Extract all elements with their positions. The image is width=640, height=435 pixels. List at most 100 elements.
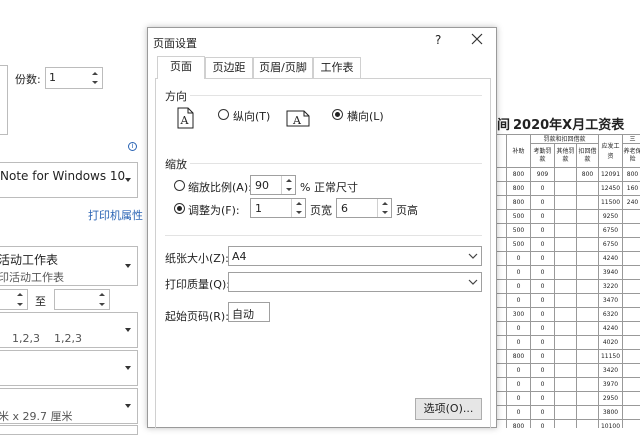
stepper-down-icon[interactable] [17, 303, 23, 306]
stepper-down-icon[interactable] [99, 303, 105, 306]
col-header-attendance: 考勤罚款 [531, 144, 555, 169]
pension-cell [623, 224, 640, 238]
options-button[interactable]: 选项(O)... [415, 398, 482, 420]
allowance-cell: 800 [507, 420, 531, 428]
help-button[interactable]: ? [435, 33, 441, 47]
scaling-bottom-divider [165, 235, 482, 236]
stepper-down-icon[interactable] [92, 81, 98, 84]
fit-wide-stepper[interactable]: 1 [250, 198, 306, 218]
loan-return-cell [577, 336, 599, 350]
fit-tall-stepper[interactable]: 6 [336, 198, 392, 218]
gross-pay-cell: 3470 [599, 294, 623, 308]
print-what-select[interactable]: 活动工作表 印活动工作表 [0, 246, 138, 286]
allowance-cell: 0 [507, 280, 531, 294]
portrait-label[interactable]: 纵向(T) [233, 108, 270, 124]
gross-pay-cell: 4020 [599, 336, 623, 350]
attendance-cell: 0 [531, 392, 555, 406]
pension-cell [623, 266, 640, 280]
margins-select[interactable] [0, 425, 138, 435]
gross-pay-cell: 3940 [599, 266, 623, 280]
loan-return-cell [577, 392, 599, 406]
col-header-other-fines: 其他罚款 [555, 144, 577, 169]
other-fines-cell [555, 406, 577, 420]
print-quality-dropdown[interactable] [228, 272, 482, 292]
table-row: 0 0 3470 [497, 294, 640, 308]
printer-properties-link[interactable]: 打印机属性 [88, 207, 143, 223]
orientation-select[interactable] [0, 350, 138, 386]
row-index-cell [497, 294, 507, 308]
tab-margins[interactable]: 页边距 [205, 57, 253, 78]
allowance-cell: 0 [507, 336, 531, 350]
gross-pay-cell: 4240 [599, 322, 623, 336]
stepper-up-icon[interactable] [99, 293, 105, 296]
chevron-down-icon [125, 404, 131, 408]
allowance-cell: 0 [507, 364, 531, 378]
collate-text: 1,2,3 1,2,3 [12, 332, 82, 345]
first-page-input[interactable]: 自动 [228, 302, 270, 322]
other-fines-cell [555, 392, 577, 406]
pension-cell [623, 336, 640, 350]
table-row: 0 0 4240 [497, 322, 640, 336]
stepper-up-icon[interactable] [382, 202, 388, 205]
adjust-radio[interactable] [174, 180, 185, 191]
collate-select[interactable]: 1,2,3 1,2,3 [0, 312, 138, 348]
group-header-insurance: 三 [623, 135, 640, 144]
stepper-down-icon[interactable] [286, 188, 292, 191]
table-row: 800 909 800 12091 800 [497, 168, 640, 182]
allowance-cell: 800 [507, 168, 531, 182]
stepper-down-icon[interactable] [382, 211, 388, 214]
tab-header-footer[interactable]: 页眉/页脚 [253, 57, 313, 78]
pension-cell [623, 406, 640, 420]
row-index-cell [497, 224, 507, 238]
table-row: 500 0 9250 [497, 210, 640, 224]
chevron-down-icon [468, 251, 478, 264]
paper-size-dropdown[interactable]: A4 [228, 246, 482, 266]
group-header-fines: 罚款和扣回借款 [531, 135, 599, 144]
portrait-radio[interactable] [218, 109, 229, 120]
gross-pay-cell: 3800 [599, 406, 623, 420]
attendance-cell: 0 [531, 238, 555, 252]
table-row: 300 0 6320 [497, 308, 640, 322]
printer-select[interactable]: Note for Windows 10 [0, 162, 138, 198]
print-button-edge[interactable] [0, 65, 8, 135]
close-icon[interactable] [470, 32, 484, 46]
row-index-cell [497, 420, 507, 428]
pension-cell [623, 378, 640, 392]
print-quality-label: 打印质量(Q): [165, 278, 230, 291]
pension-cell: 240 [623, 196, 640, 210]
stepper-up-icon[interactable] [92, 72, 98, 75]
allowance-cell: 800 [507, 182, 531, 196]
loan-return-cell [577, 182, 599, 196]
scaling-title: 缩放 [165, 158, 187, 171]
allowance-cell: 0 [507, 294, 531, 308]
stepper-up-icon[interactable] [17, 293, 23, 296]
fit-label[interactable]: 调整为(F): [188, 202, 240, 218]
svg-text:A: A [180, 114, 190, 127]
pages-from-input[interactable] [0, 289, 28, 310]
landscape-label[interactable]: 横向(L) [347, 108, 384, 124]
row-index-cell [497, 182, 507, 196]
stepper-down-icon[interactable] [296, 211, 302, 214]
copies-stepper[interactable]: 1 [45, 67, 103, 89]
landscape-radio[interactable] [332, 109, 343, 120]
tab-sheet[interactable]: 工作表 [313, 57, 361, 78]
other-fines-cell [555, 224, 577, 238]
chevron-down-icon [468, 277, 478, 290]
stepper-up-icon[interactable] [286, 179, 292, 182]
adjust-stepper[interactable]: 90 [250, 175, 296, 195]
loan-return-cell [577, 280, 599, 294]
attendance-cell: 0 [531, 294, 555, 308]
stepper-up-icon[interactable] [296, 202, 302, 205]
loan-return-cell [577, 196, 599, 210]
allowance-cell: 500 [507, 224, 531, 238]
other-fines-cell [555, 210, 577, 224]
fit-radio[interactable] [174, 203, 185, 214]
pension-cell [623, 238, 640, 252]
paper-size-select[interactable]: 米 x 29.7 厘米 [0, 388, 138, 424]
adjust-label[interactable]: 缩放比例(A): [188, 179, 252, 195]
pages-to-input[interactable] [54, 289, 110, 310]
landscape-page-icon: A [286, 110, 310, 127]
tab-page[interactable]: 页面 [157, 56, 205, 79]
pension-cell [623, 350, 640, 364]
gross-pay-cell: 9250 [599, 210, 623, 224]
